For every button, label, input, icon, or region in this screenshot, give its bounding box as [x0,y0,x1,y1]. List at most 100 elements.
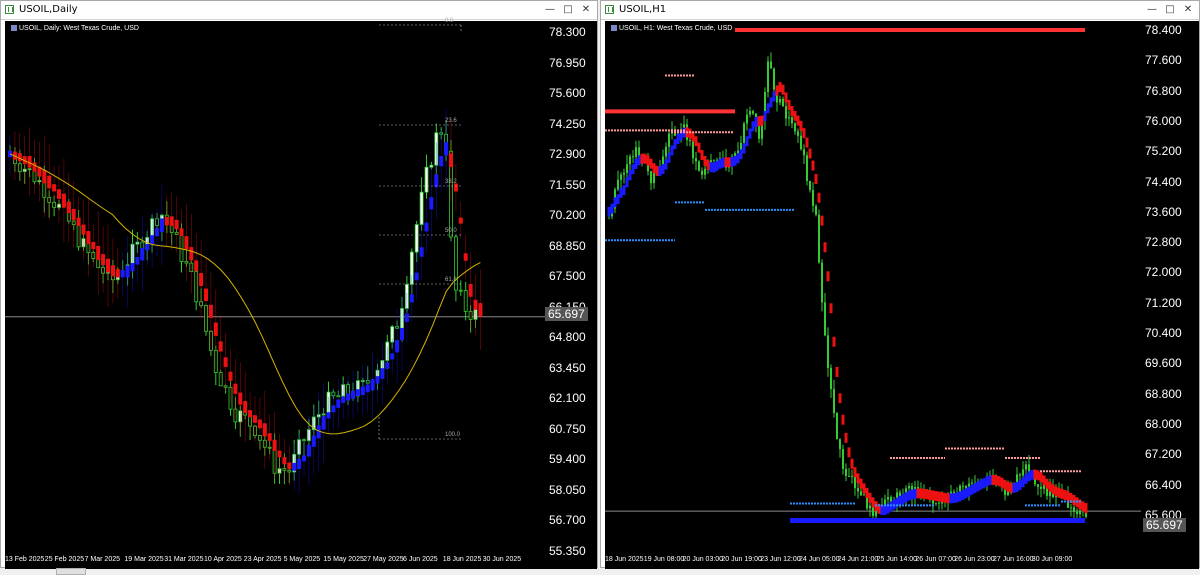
symbol-text: USOIL, H1: West Texas Crude, USD [619,25,733,32]
trend-ribbon-block [736,153,740,164]
time-axis[interactable]: 13 Feb 2025 25 Feb 2025 7 Mar 2025 19 Mar 2… [5,555,597,569]
trend-ribbon-block [395,340,400,353]
time-tick: 6 Jun 2025 [403,556,438,563]
trend-ribbon-block [700,150,704,161]
candle-body [836,412,838,440]
trend-ribbon-block [47,175,52,189]
trend-ribbon-block [1054,486,1058,497]
trend-ribbon-block [164,217,169,226]
price-chart-area[interactable]: USOIL, H1: West Texas Crude, USD [605,21,1141,555]
trend-ribbon-block [238,392,243,405]
candle-body [767,61,769,92]
trend-ribbon-block [949,493,953,504]
time-tick: 27 May 2025 [363,556,404,563]
minimize-button[interactable]: — [543,3,557,16]
price-tick: 67.200 [1145,447,1182,462]
trend-ribbon-block [66,201,71,214]
time-tick: 24 Jun 05:00 [799,556,840,563]
candle-body [770,61,772,69]
daily-chart-window[interactable]: USOIL,Daily — □ ✕ USOIL, Daily: West Tex… [0,0,598,569]
trend-ribbon-block [961,489,965,500]
time-tick: 10 Apr 2025 [204,556,242,563]
candle-body [785,106,787,119]
time-tick: 31 Mar 2025 [164,556,204,563]
price-tick: 71.550 [549,177,586,192]
time-tick: 25 Jun 14:00 [876,556,918,563]
trend-ribbon-block [159,218,164,232]
trend-ribbon-block [829,303,833,314]
trend-ribbon-block [637,155,641,166]
time-axis[interactable]: 18 Jun 2025 19 Jun 08:00 20 Jun 03:00 20 Ju… [605,555,1199,569]
price-axis[interactable]: 78.400 77.600 76.800 76.000 75.200 74.400 73.6… [1141,21,1199,555]
candle-body [854,476,856,489]
maximize-button[interactable]: □ [1163,3,1177,16]
maximize-button[interactable]: □ [561,3,575,16]
trend-ribbon-block [799,120,803,131]
trend-ribbon-block [218,341,223,352]
time-tick: 30 Jun 09:00 [1031,556,1073,563]
trend-ribbon-block [463,253,468,261]
trend-ribbon-block [757,116,761,127]
minimize-button[interactable]: — [1145,3,1159,16]
candle-body [414,224,419,253]
trend-ribbon-block [306,444,311,457]
trend-ribbon-block [351,390,355,399]
trend-ribbon-block [248,410,253,418]
trend-ribbon-block [1057,487,1061,498]
trend-ribbon-block [649,158,653,169]
price-tick: 62.100 [549,391,586,405]
trend-ribbon-block [715,160,719,171]
window-titlebar[interactable]: USOIL,Daily — □ ✕ [1,1,597,20]
trend-ribbon-block [1072,495,1076,506]
price-tick: 59.400 [549,452,586,466]
trend-ribbon-block [964,488,968,499]
window-titlebar[interactable]: USOIL,H1 — □ ✕ [601,1,1199,20]
trend-ribbon-block [664,159,668,170]
trend-ribbon-block [640,153,644,164]
candle-body [620,174,622,180]
trend-ribbon-block [862,483,866,494]
trend-ribbon-block [297,459,302,470]
price-tick: 76.800 [1145,83,1182,98]
trend-ribbon-block [96,245,101,260]
trend-ribbon-block [110,265,115,277]
trend-ribbon-block [904,492,908,503]
daily-candlestick-chart [5,24,545,495]
trend-ribbon-block [473,299,478,310]
close-button[interactable]: ✕ [579,3,593,16]
trend-ribbon-block [913,488,917,499]
price-axis[interactable]: 78.300 76.950 75.600 74.250 72.900 71.550 70.2… [545,21,597,558]
trend-ribbon-block [336,399,341,408]
trend-ribbon-block [1012,482,1016,493]
candle-body [758,125,760,139]
trend-ribbon-block [400,328,404,341]
trend-ribbon-block [1042,475,1046,486]
trend-ribbon-block [223,357,228,367]
candle-body [797,131,799,136]
trend-ribbon-block [409,294,414,303]
trend-ribbon-block [775,85,779,96]
candle-body [806,155,808,181]
trend-ribbon-block [796,115,800,126]
trend-ribbon-block [52,184,57,192]
close-button[interactable]: ✕ [1181,3,1195,16]
trend-ribbon-block [910,489,914,500]
trend-ribbon-block [781,84,785,95]
trend-ribbon-block [1051,484,1055,495]
candle-body [650,171,652,184]
trend-ribbon-block [346,393,351,401]
price-chart-area[interactable]: USOIL, Daily: West Texas Crude, USD 0.0 2… [5,18,545,555]
trend-ribbon-block [832,336,836,347]
trend-ribbon-block [670,145,674,156]
candle-body [800,135,802,150]
candle-body [1019,474,1021,476]
h1-chart-window[interactable]: USOIL,H1 — □ ✕ USOIL, H1: West Texas Cru… [600,0,1200,569]
candle-body [458,289,463,292]
trend-ribbon-block [631,164,635,175]
tab-scroll-handle[interactable] [56,568,86,575]
trend-ribbon-block [730,156,734,167]
trend-ribbon-block [76,217,81,226]
trend-ribbon-block [856,473,860,484]
trend-ribbon-block [380,368,385,379]
trend-ribbon-block [91,241,96,250]
